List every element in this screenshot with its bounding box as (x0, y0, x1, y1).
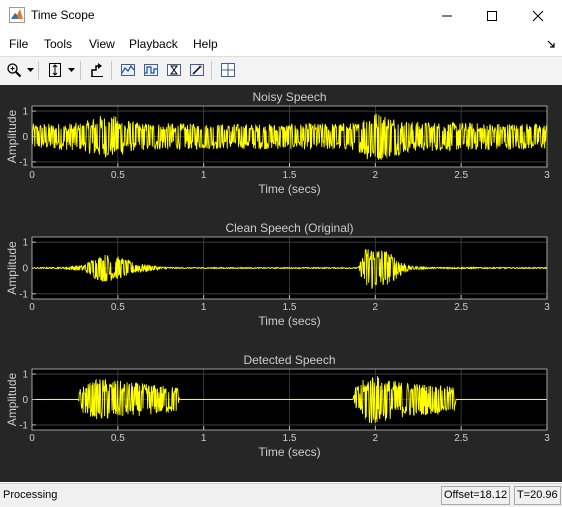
y-tick-label: 0 (22, 395, 28, 406)
x-tick-label: 0.5 (111, 170, 125, 181)
matlab-app-icon (9, 7, 25, 23)
scope-display: 0 0.5 1 1.5 2 2.5 3 1 0 -1 Noisy Speech Time (secs)… (0, 85, 562, 482)
triggers-button[interactable] (187, 60, 207, 80)
toolbar-separator (38, 61, 39, 80)
signal-statistics-icon (121, 64, 135, 76)
zoom-in-button[interactable] (4, 60, 24, 80)
layout-button[interactable] (218, 60, 238, 80)
x-axis-label: Time (secs) (258, 314, 320, 328)
maximize-icon (487, 10, 497, 21)
close-icon (532, 10, 544, 21)
bilevel-measurements-icon (167, 64, 181, 76)
signal-statistics-button[interactable] (118, 60, 138, 80)
toolbar (0, 56, 562, 86)
x-tick-label: 1.5 (283, 170, 297, 181)
x-tick-label: 2 (373, 302, 379, 313)
x-tick-label: 2 (373, 433, 379, 444)
scale-axes-dropdown[interactable] (67, 60, 75, 80)
chevron-down-icon (67, 68, 75, 72)
x-tick-label: 1.5 (283, 433, 297, 444)
dock-arrow-icon[interactable] (546, 39, 556, 49)
y-tick-label: -1 (19, 420, 28, 431)
plot-title: Detected Speech (243, 353, 335, 367)
layout-icon (221, 63, 235, 77)
x-tick-label: 1 (201, 170, 207, 181)
close-button[interactable] (515, 0, 561, 31)
scope-plots: 0 0.5 1 1.5 2 2.5 310-1Noisy SpeechTime (secs)… (5, 90, 550, 459)
scale-axes-icon (49, 63, 61, 77)
x-tick-label: 0 (29, 433, 35, 444)
x-tick-label: 0.5 (111, 302, 125, 313)
y-tick-label: -1 (19, 157, 28, 168)
toolbar-separator (211, 61, 212, 80)
menu-view[interactable]: View (89, 37, 115, 51)
y-tick-label: 0 (22, 132, 28, 143)
x-tick-label: 2.5 (454, 170, 468, 181)
zoom-dropdown[interactable] (26, 60, 34, 80)
x-axis-label: Time (secs) (258, 182, 320, 196)
x-tick-label: 2 (373, 170, 379, 181)
peak-finder-button[interactable] (141, 60, 161, 80)
status-text: Processing (3, 489, 58, 501)
x-tick-label: 0.5 (111, 433, 125, 444)
x-tick-label: 3 (544, 433, 550, 444)
menu-bar: File Tools View Playback Help (0, 33, 562, 55)
y-tick-label: 1 (22, 238, 28, 249)
scale-axes-button[interactable] (45, 60, 65, 80)
restore-view-button[interactable] (87, 60, 107, 80)
maximize-button[interactable] (469, 0, 515, 31)
menu-file[interactable]: File (9, 37, 28, 51)
menu-tools[interactable]: Tools (44, 37, 72, 51)
y-axis-label: Amplitude (5, 110, 19, 164)
x-tick-label: 2.5 (454, 302, 468, 313)
y-tick-label: 1 (22, 107, 28, 118)
y-axis-label: Amplitude (5, 241, 19, 295)
y-axis-label: Amplitude (5, 373, 19, 427)
x-tick-label: 1.5 (283, 302, 297, 313)
title-bar: Time Scope (0, 0, 562, 31)
status-bar: Processing Offset=18.12 T=20.96 (0, 483, 562, 507)
plot-title: Noisy Speech (252, 90, 326, 104)
bilevel-measurements-button[interactable] (164, 60, 184, 80)
time-readout: T=20.96 (514, 486, 561, 505)
zoom-in-icon (7, 63, 22, 78)
window-title: Time Scope (31, 8, 95, 22)
toolbar-separator (80, 61, 81, 80)
minimize-icon (442, 15, 452, 16)
x-tick-label: 3 (544, 302, 550, 313)
peak-finder-icon (144, 64, 158, 76)
x-tick-label: 3 (544, 170, 550, 181)
plot-title: Clean Speech (Original) (225, 221, 353, 235)
menu-playback[interactable]: Playback (129, 37, 178, 51)
chevron-down-icon (26, 68, 34, 72)
x-tick-label: 2.5 (454, 433, 468, 444)
y-tick-label: 0 (22, 264, 28, 275)
y-tick-label: 1 (22, 370, 28, 381)
x-tick-label: 0 (29, 302, 35, 313)
x-tick-label: 0 (29, 170, 35, 181)
x-tick-label: 1 (201, 302, 207, 313)
x-tick-label: 1 (201, 433, 207, 444)
y-tick-label: -1 (19, 289, 28, 300)
minimize-button[interactable] (424, 0, 470, 31)
x-axis-label: Time (secs) (258, 445, 320, 459)
triggers-icon (190, 64, 204, 76)
menu-help[interactable]: Help (193, 37, 218, 51)
restore-view-icon (91, 63, 103, 77)
toolbar-separator (111, 61, 112, 80)
offset-readout: Offset=18.12 (441, 486, 511, 505)
